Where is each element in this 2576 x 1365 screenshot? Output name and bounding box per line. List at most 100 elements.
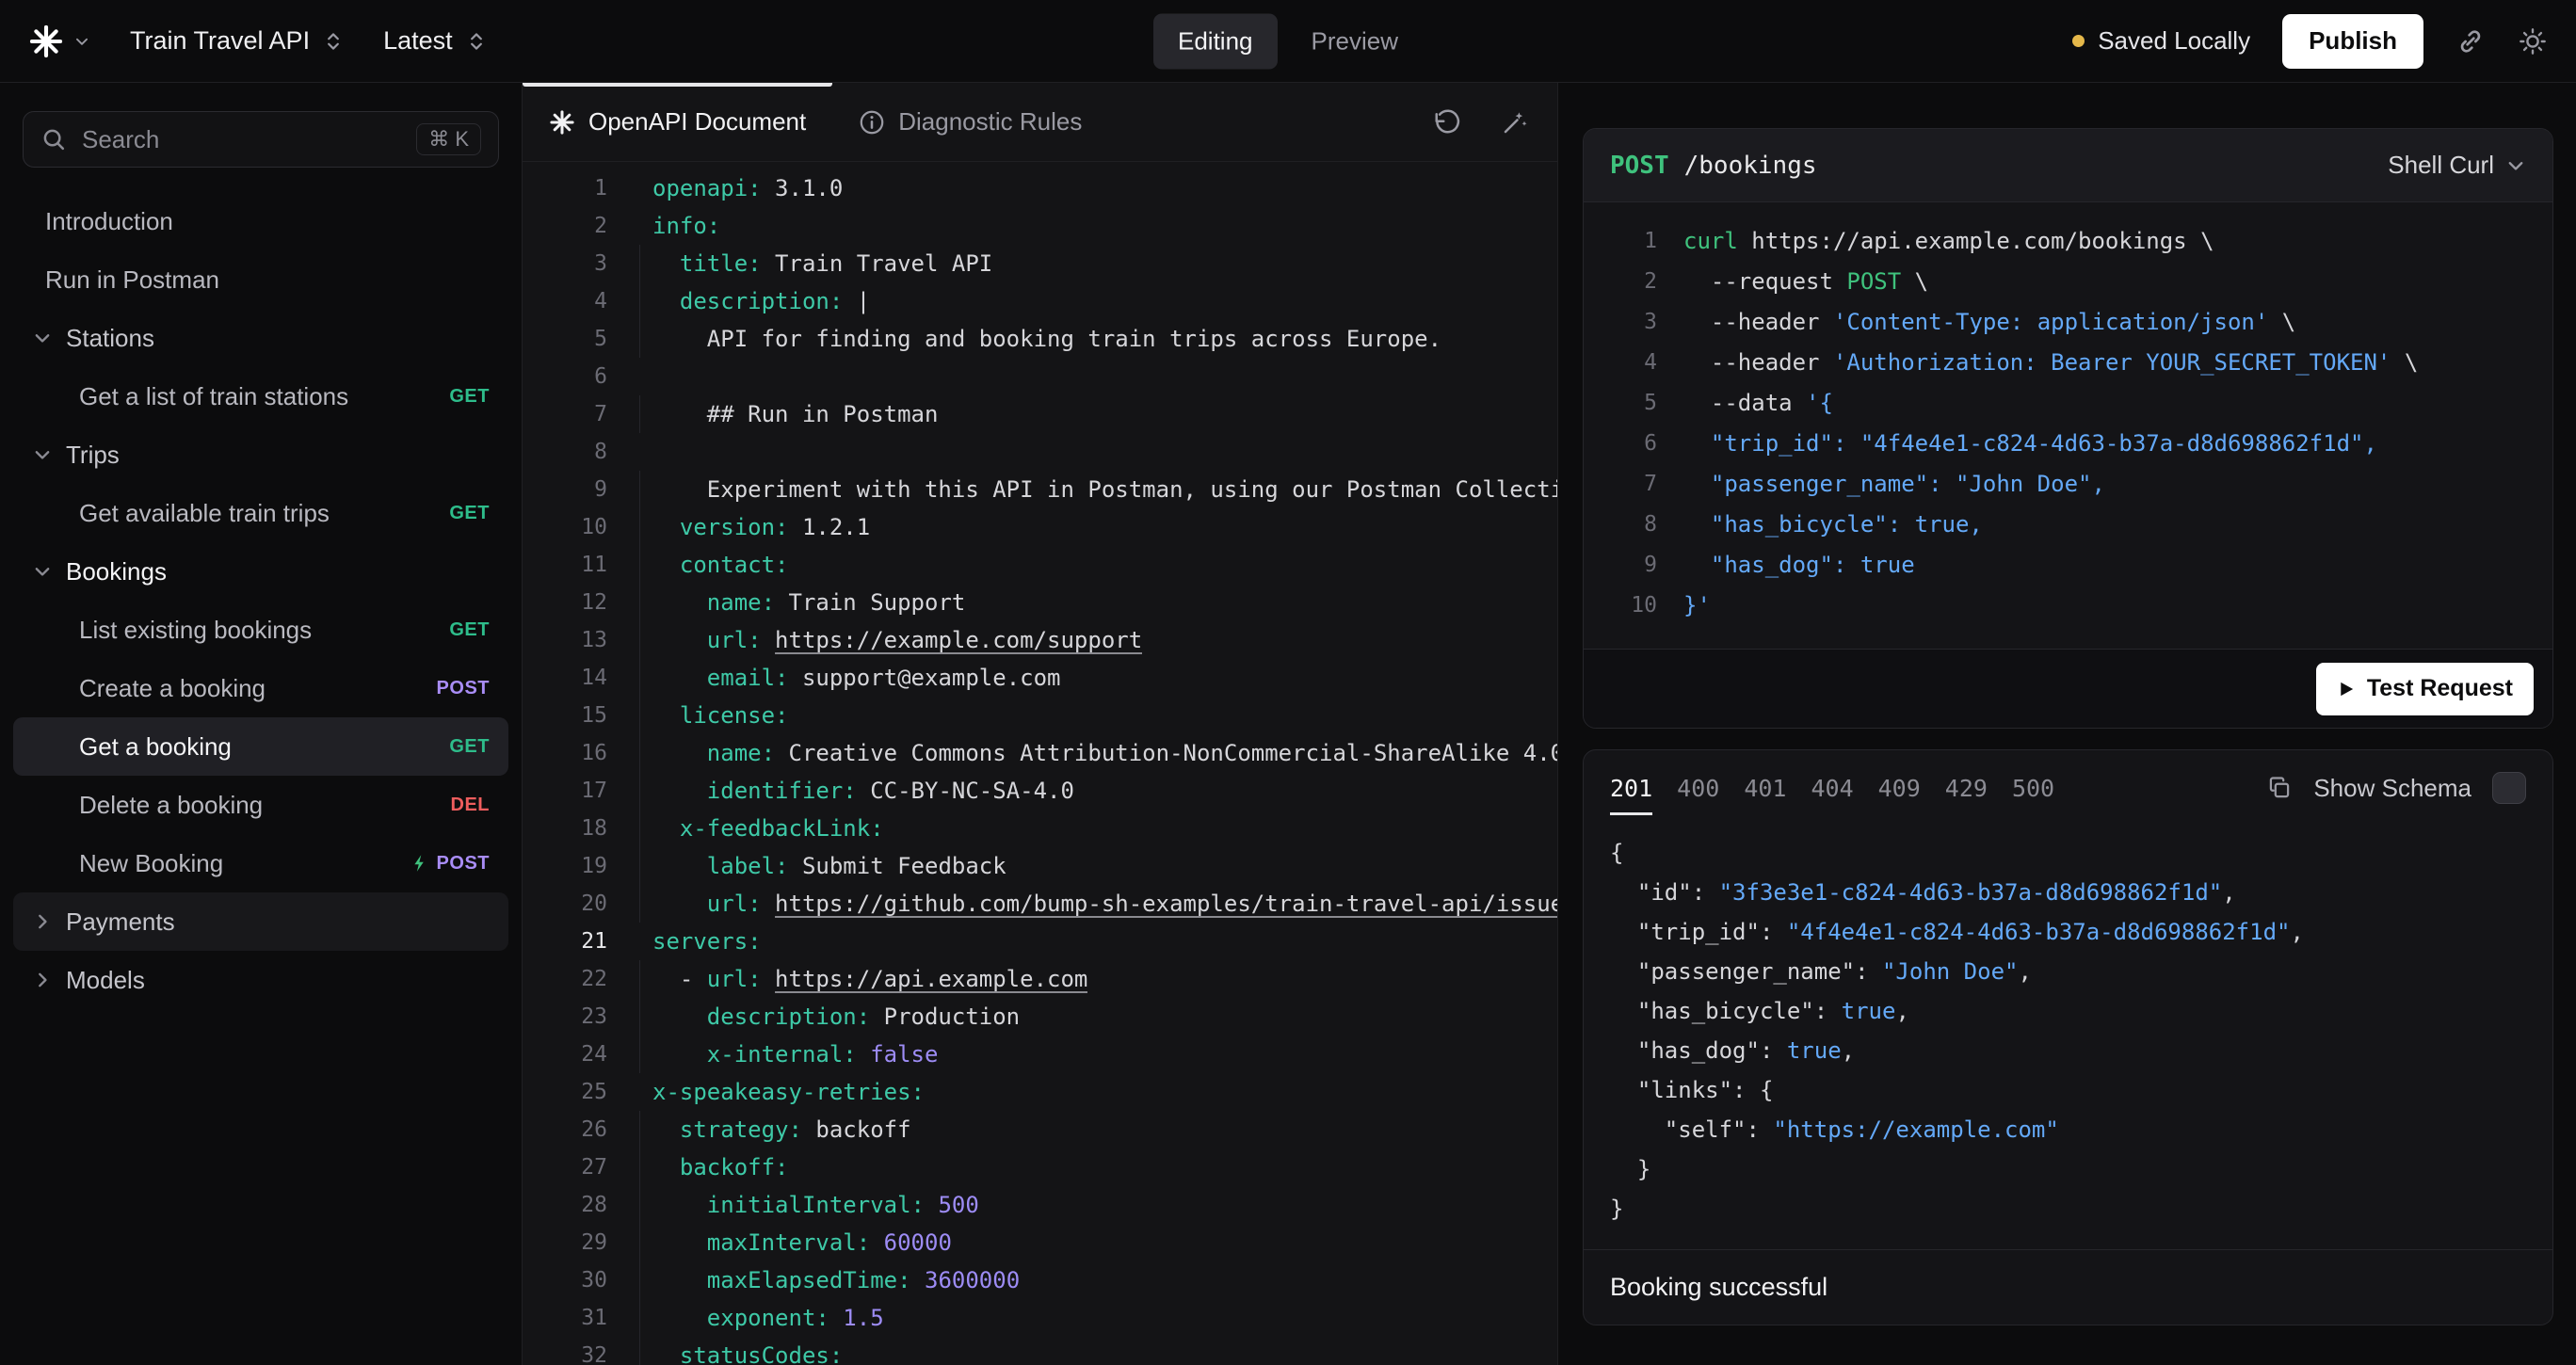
sidebar-item-run-in-postman[interactable]: Run in Postman [13, 250, 508, 309]
workspace-menu[interactable] [28, 24, 90, 59]
status-tab-500[interactable]: 500 [2012, 769, 2054, 808]
operation-label: Delete a booking [79, 791, 451, 820]
line-number: 29 [523, 1224, 607, 1261]
line-number: 12 [523, 584, 607, 621]
request-code[interactable]: 1curl https://api.example.com/bookings \… [1584, 202, 2552, 649]
editor-tools [1433, 83, 1529, 161]
code-line: 30 maxElapsedTime: 3600000 [523, 1261, 1557, 1299]
sidebar-group-stations[interactable]: Stations [13, 309, 508, 367]
mode-tab-editing[interactable]: Editing [1153, 13, 1278, 69]
operation-label: List existing bookings [79, 616, 449, 645]
code-line: 7 "passenger_name": "John Doe", [1584, 464, 2552, 505]
chevron-right-icon [32, 911, 53, 932]
line-number: 6 [1584, 424, 1657, 464]
code-line: 32 statusCodes: [523, 1337, 1557, 1365]
line-number: 9 [523, 471, 607, 508]
code-line: 3 --header 'Content-Type: application/js… [1584, 302, 2552, 343]
sidebar-item-create-a-booking[interactable]: Create a bookingPOST [13, 659, 508, 717]
openapi-editor[interactable]: 1openapi: 3.1.02info:3 title: Train Trav… [523, 162, 1557, 1365]
code-line: 22 - url: https://api.example.com [523, 960, 1557, 998]
code-line: 3 title: Train Travel API [523, 245, 1557, 282]
request-example-card: POST /bookings Shell Curl 1curl https://… [1583, 128, 2553, 729]
language-selector[interactable]: Shell Curl [2388, 151, 2526, 180]
line-number: 1 [523, 169, 607, 207]
sidebar-group-payments[interactable]: Payments [13, 892, 508, 951]
endpoint-path: /bookings [1684, 152, 1817, 180]
operation-label: Get a list of train stations [79, 382, 449, 411]
group-label: Stations [66, 324, 154, 353]
editor-tab-diagnostic-rules[interactable]: Diagnostic Rules [832, 83, 1108, 161]
sidebar-group-trips[interactable]: Trips [13, 426, 508, 484]
sidebar-item-delete-a-booking[interactable]: Delete a bookingDEL [13, 776, 508, 834]
undo-icon[interactable] [1433, 108, 1461, 136]
copy-icon[interactable] [2266, 775, 2293, 801]
link-label: Run in Postman [45, 265, 219, 295]
search-placeholder: Search [82, 125, 401, 154]
status-tab-400[interactable]: 400 [1677, 769, 1719, 808]
response-card-footer: Booking successful [1584, 1249, 2552, 1325]
code-line: 9 "has_dog": true [1584, 545, 2552, 586]
method-badge: DEL [451, 795, 491, 816]
topbar-right: Saved Locally Publish [2072, 14, 2548, 69]
search-icon [40, 126, 67, 153]
group-label: Models [66, 966, 145, 995]
code-line: "self": "https://example.com" [1610, 1110, 2526, 1149]
share-link-icon[interactable] [2455, 26, 2486, 56]
test-request-button[interactable]: Test Request [2316, 663, 2534, 715]
sidebar-item-list-existing-bookings[interactable]: List existing bookingsGET [13, 601, 508, 659]
code-line: 24 x-internal: false [523, 1036, 1557, 1073]
code-line: } [1610, 1189, 2526, 1228]
editor-tab-label: OpenAPI Document [588, 107, 806, 136]
status-tab-429[interactable]: 429 [1945, 769, 1988, 808]
method-badge: POST [437, 678, 490, 699]
status-tab-409[interactable]: 409 [1878, 769, 1921, 808]
line-number: 20 [523, 885, 607, 923]
sidebar-item-introduction[interactable]: Introduction [13, 192, 508, 250]
response-card-header: 201400401404409429500 Show Schema [1584, 750, 2552, 826]
sidebar-item-get-a-list-of-train-stations[interactable]: Get a list of train stationsGET [13, 367, 508, 426]
line-number: 18 [523, 810, 607, 847]
editor-tab-openapi-document[interactable]: OpenAPI Document [523, 83, 832, 161]
line-number: 22 [523, 960, 607, 998]
editor-tab-label: Diagnostic Rules [898, 107, 1082, 136]
line-number: 19 [523, 847, 607, 885]
version-selector[interactable]: Latest [383, 26, 487, 56]
sidebar-group-models[interactable]: Models [13, 951, 508, 1009]
sidebar-group-bookings[interactable]: Bookings [13, 542, 508, 601]
search-shortcut: ⌘ K [416, 123, 481, 155]
code-line: "passenger_name": "John Doe", [1610, 952, 2526, 991]
code-line: 4 description: | [523, 282, 1557, 320]
line-number: 6 [523, 358, 607, 395]
line-number: 2 [1584, 262, 1657, 302]
status-tab-401[interactable]: 401 [1744, 769, 1786, 808]
chevron-down-icon [73, 33, 90, 50]
publish-button[interactable]: Publish [2282, 14, 2423, 69]
search-input[interactable]: Search ⌘ K [23, 111, 499, 168]
project-selector[interactable]: Train Travel API [130, 26, 344, 56]
line-number: 23 [523, 998, 607, 1036]
theme-toggle-icon[interactable] [2518, 26, 2548, 56]
code-line: "has_dog": true, [1610, 1031, 2526, 1070]
status-tab-404[interactable]: 404 [1811, 769, 1853, 808]
request-card-header: POST /bookings Shell Curl [1584, 129, 2552, 202]
mode-tab-preview[interactable]: Preview [1287, 13, 1423, 69]
editor-pane: OpenAPI Document Diagnostic Rules 1openap… [523, 83, 1558, 1365]
line-number: 5 [1584, 383, 1657, 424]
code-line: 9 Experiment with this API in Postman, u… [523, 471, 1557, 508]
line-number: 27 [523, 1148, 607, 1186]
status-tab-201[interactable]: 201 [1610, 769, 1652, 808]
code-line: 23 description: Production [523, 998, 1557, 1036]
show-schema-toggle[interactable] [2492, 772, 2526, 804]
code-line: 15 license: [523, 697, 1557, 734]
line-number: 28 [523, 1186, 607, 1224]
code-line: 21servers: [523, 923, 1557, 960]
method-badge: GET [449, 736, 490, 758]
sidebar-item-get-a-booking[interactable]: Get a bookingGET [13, 717, 508, 776]
fix-wand-icon[interactable] [1501, 108, 1529, 136]
right-panel: POST /bookings Shell Curl 1curl https://… [1558, 83, 2576, 1365]
code-line: 16 name: Creative Commons Attribution-No… [523, 734, 1557, 772]
sidebar-item-get-available-train-trips[interactable]: Get available train tripsGET [13, 484, 508, 542]
code-line: "has_bicycle": true, [1610, 991, 2526, 1031]
line-number: 15 [523, 697, 607, 734]
sidebar-item-new-booking[interactable]: New BookingPOST [13, 834, 508, 892]
